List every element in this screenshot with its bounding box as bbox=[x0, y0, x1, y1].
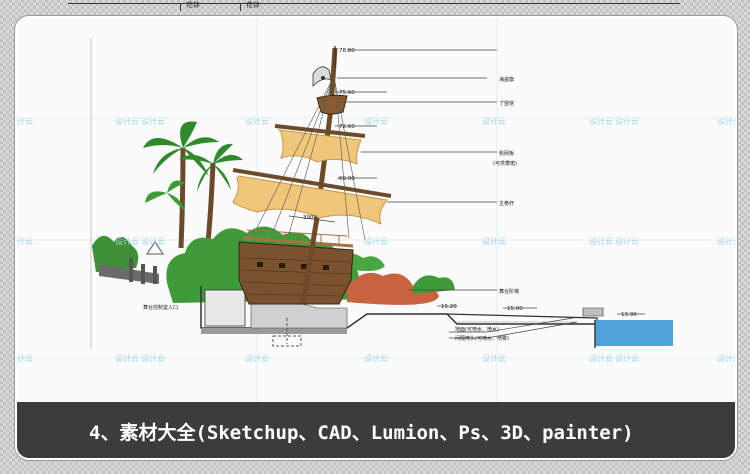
watermark: 设计云 bbox=[364, 237, 388, 246]
elevation-label: 69.00 bbox=[339, 176, 355, 182]
watermark: 设计云 bbox=[589, 237, 613, 246]
elevation-label: 15.00 bbox=[507, 306, 523, 312]
annotation-label: 主桅杆 bbox=[499, 200, 514, 207]
bottom-note: 地面(可喷水、喷水) bbox=[455, 326, 499, 333]
watermark: 设计云 bbox=[615, 117, 639, 126]
bottom-note: 间隔喷头(可喷水、喷雾) bbox=[455, 335, 509, 342]
watermark: 设计云 bbox=[364, 354, 388, 363]
caption-bar: 4、素材大全(Sketchup、CAD、Lumion、Ps、3D、painter… bbox=[17, 402, 735, 458]
watermark: 设计云 bbox=[115, 354, 139, 363]
strip-label: 花钵 bbox=[246, 1, 260, 9]
watermark: 设计云 bbox=[589, 354, 613, 363]
water bbox=[595, 320, 673, 346]
elevation-label: 75.60 bbox=[339, 90, 355, 96]
watermark: 设计云 bbox=[482, 237, 506, 246]
pirate-ship-elevation-drawing: 78.80 75.60 72.60 69.00 15.20 15.00 13.9… bbox=[17, 18, 735, 402]
elevation-label: 72.60 bbox=[339, 124, 355, 130]
annotation-label: 舞台阶梯 bbox=[499, 288, 519, 295]
caption-text: 4、素材大全(Sketchup、CAD、Lumion、Ps、3D、painter… bbox=[89, 422, 634, 444]
watermark: 设计云 bbox=[245, 117, 269, 126]
image-card: 78.80 75.60 72.60 69.00 15.20 15.00 13.9… bbox=[15, 16, 737, 460]
elevation-label: 15.20 bbox=[441, 304, 457, 310]
elevation-label: 78.80 bbox=[339, 48, 355, 54]
annotation-label: (可供攀爬) bbox=[493, 160, 517, 167]
watermark: 设计云 bbox=[245, 354, 269, 363]
watermark: 设计云 bbox=[615, 237, 639, 246]
strip-line bbox=[68, 3, 680, 4]
watermark: 设计云 bbox=[16, 354, 33, 363]
watermark: 设计云 bbox=[16, 237, 33, 246]
watermark: 设计云 bbox=[115, 237, 139, 246]
watermark: 设计云 bbox=[717, 354, 735, 363]
left-note: 舞台控制室入口 bbox=[143, 304, 178, 311]
watermark: 设计云 bbox=[482, 354, 506, 363]
strip-tick bbox=[240, 3, 241, 11]
watermark: 设计云 bbox=[364, 117, 388, 126]
top-drawing-strip: 花钵 花钵 bbox=[0, 0, 750, 14]
watermark: 设计云 bbox=[141, 117, 165, 126]
annotation-label: 了望塔 bbox=[499, 100, 514, 107]
annotation-label: 海盗旗 bbox=[499, 76, 514, 83]
watermark: 设计云 bbox=[16, 117, 33, 126]
watermark: 设计云 bbox=[717, 117, 735, 126]
strip-tick bbox=[180, 3, 181, 11]
watermark: 设计云 bbox=[615, 354, 639, 363]
watermark: 设计云 bbox=[141, 237, 165, 246]
watermark: 设计云 bbox=[717, 237, 735, 246]
strip-label: 花钵 bbox=[186, 1, 200, 9]
elevation-label: 13.90 bbox=[621, 312, 637, 318]
watermark: 设计云 bbox=[141, 354, 165, 363]
watermark: 设计云 bbox=[115, 117, 139, 126]
watermark: 设计云 bbox=[482, 117, 506, 126]
annotation-label: 帆网板 bbox=[499, 150, 514, 157]
watermark: 设计云 bbox=[589, 117, 613, 126]
dimension-label: 3900 bbox=[303, 215, 317, 221]
